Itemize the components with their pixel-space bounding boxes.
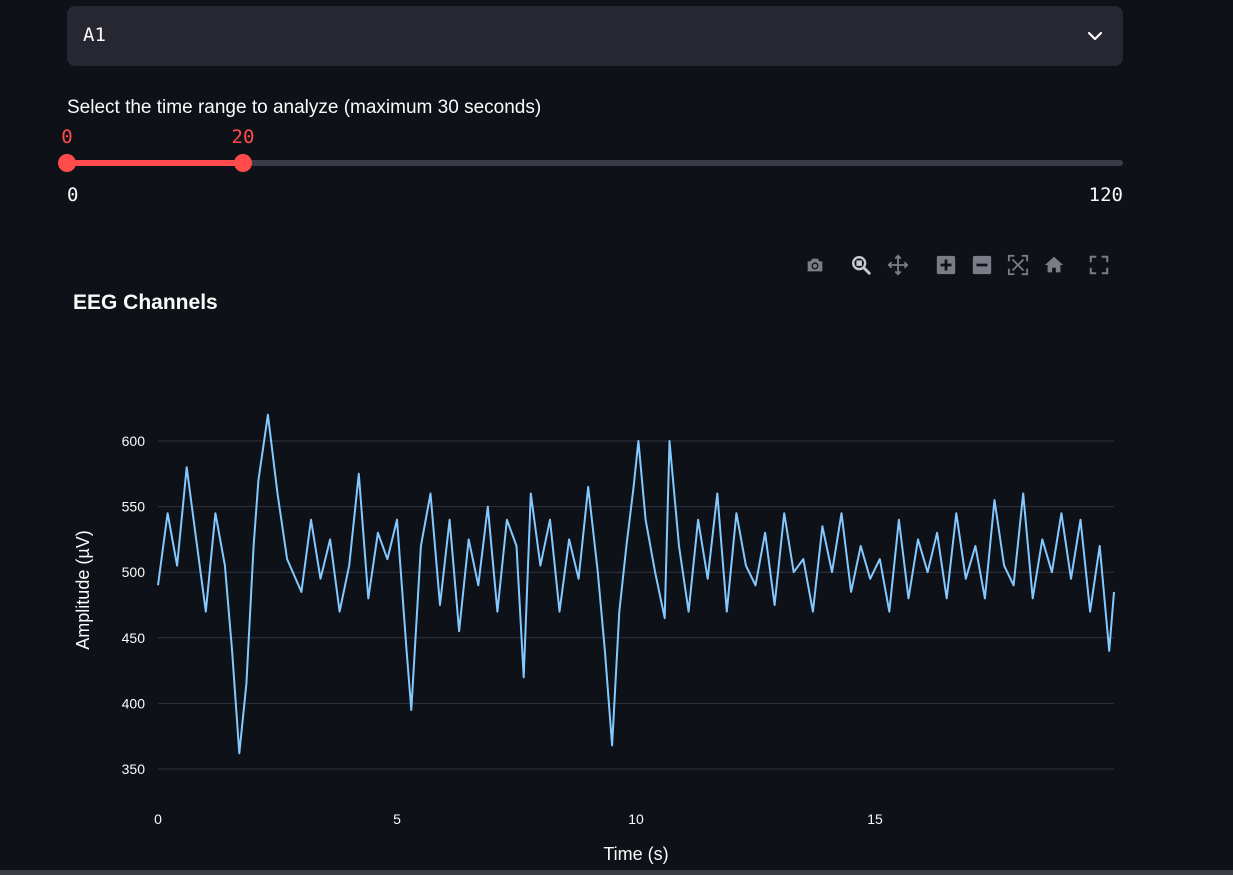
y-tick-label: 450 — [122, 630, 146, 646]
x-tick-label: 5 — [393, 811, 401, 827]
app-root: A1 Select the time range to analyze (max… — [0, 0, 1233, 875]
eeg-series-line — [157, 413, 1115, 755]
eeg-line-chart: 350 400 450 500 550 600 0 5 10 15 Time (s) Amplitud… — [73, 413, 1115, 864]
x-tick-label: 10 — [628, 811, 644, 827]
x-tick-label: 0 — [154, 811, 162, 827]
y-tick-label: 400 — [122, 695, 146, 711]
horizontal-scrollbar[interactable] — [0, 870, 1233, 875]
x-tick-label: 15 — [867, 811, 883, 827]
y-axis-label: Amplitude (µV) — [73, 530, 93, 649]
y-tick-label: 550 — [122, 499, 146, 515]
y-tick-label: 350 — [122, 761, 146, 777]
y-tick-label: 500 — [122, 564, 146, 580]
x-axis-label: Time (s) — [603, 844, 668, 864]
y-tick-label: 600 — [122, 433, 146, 449]
